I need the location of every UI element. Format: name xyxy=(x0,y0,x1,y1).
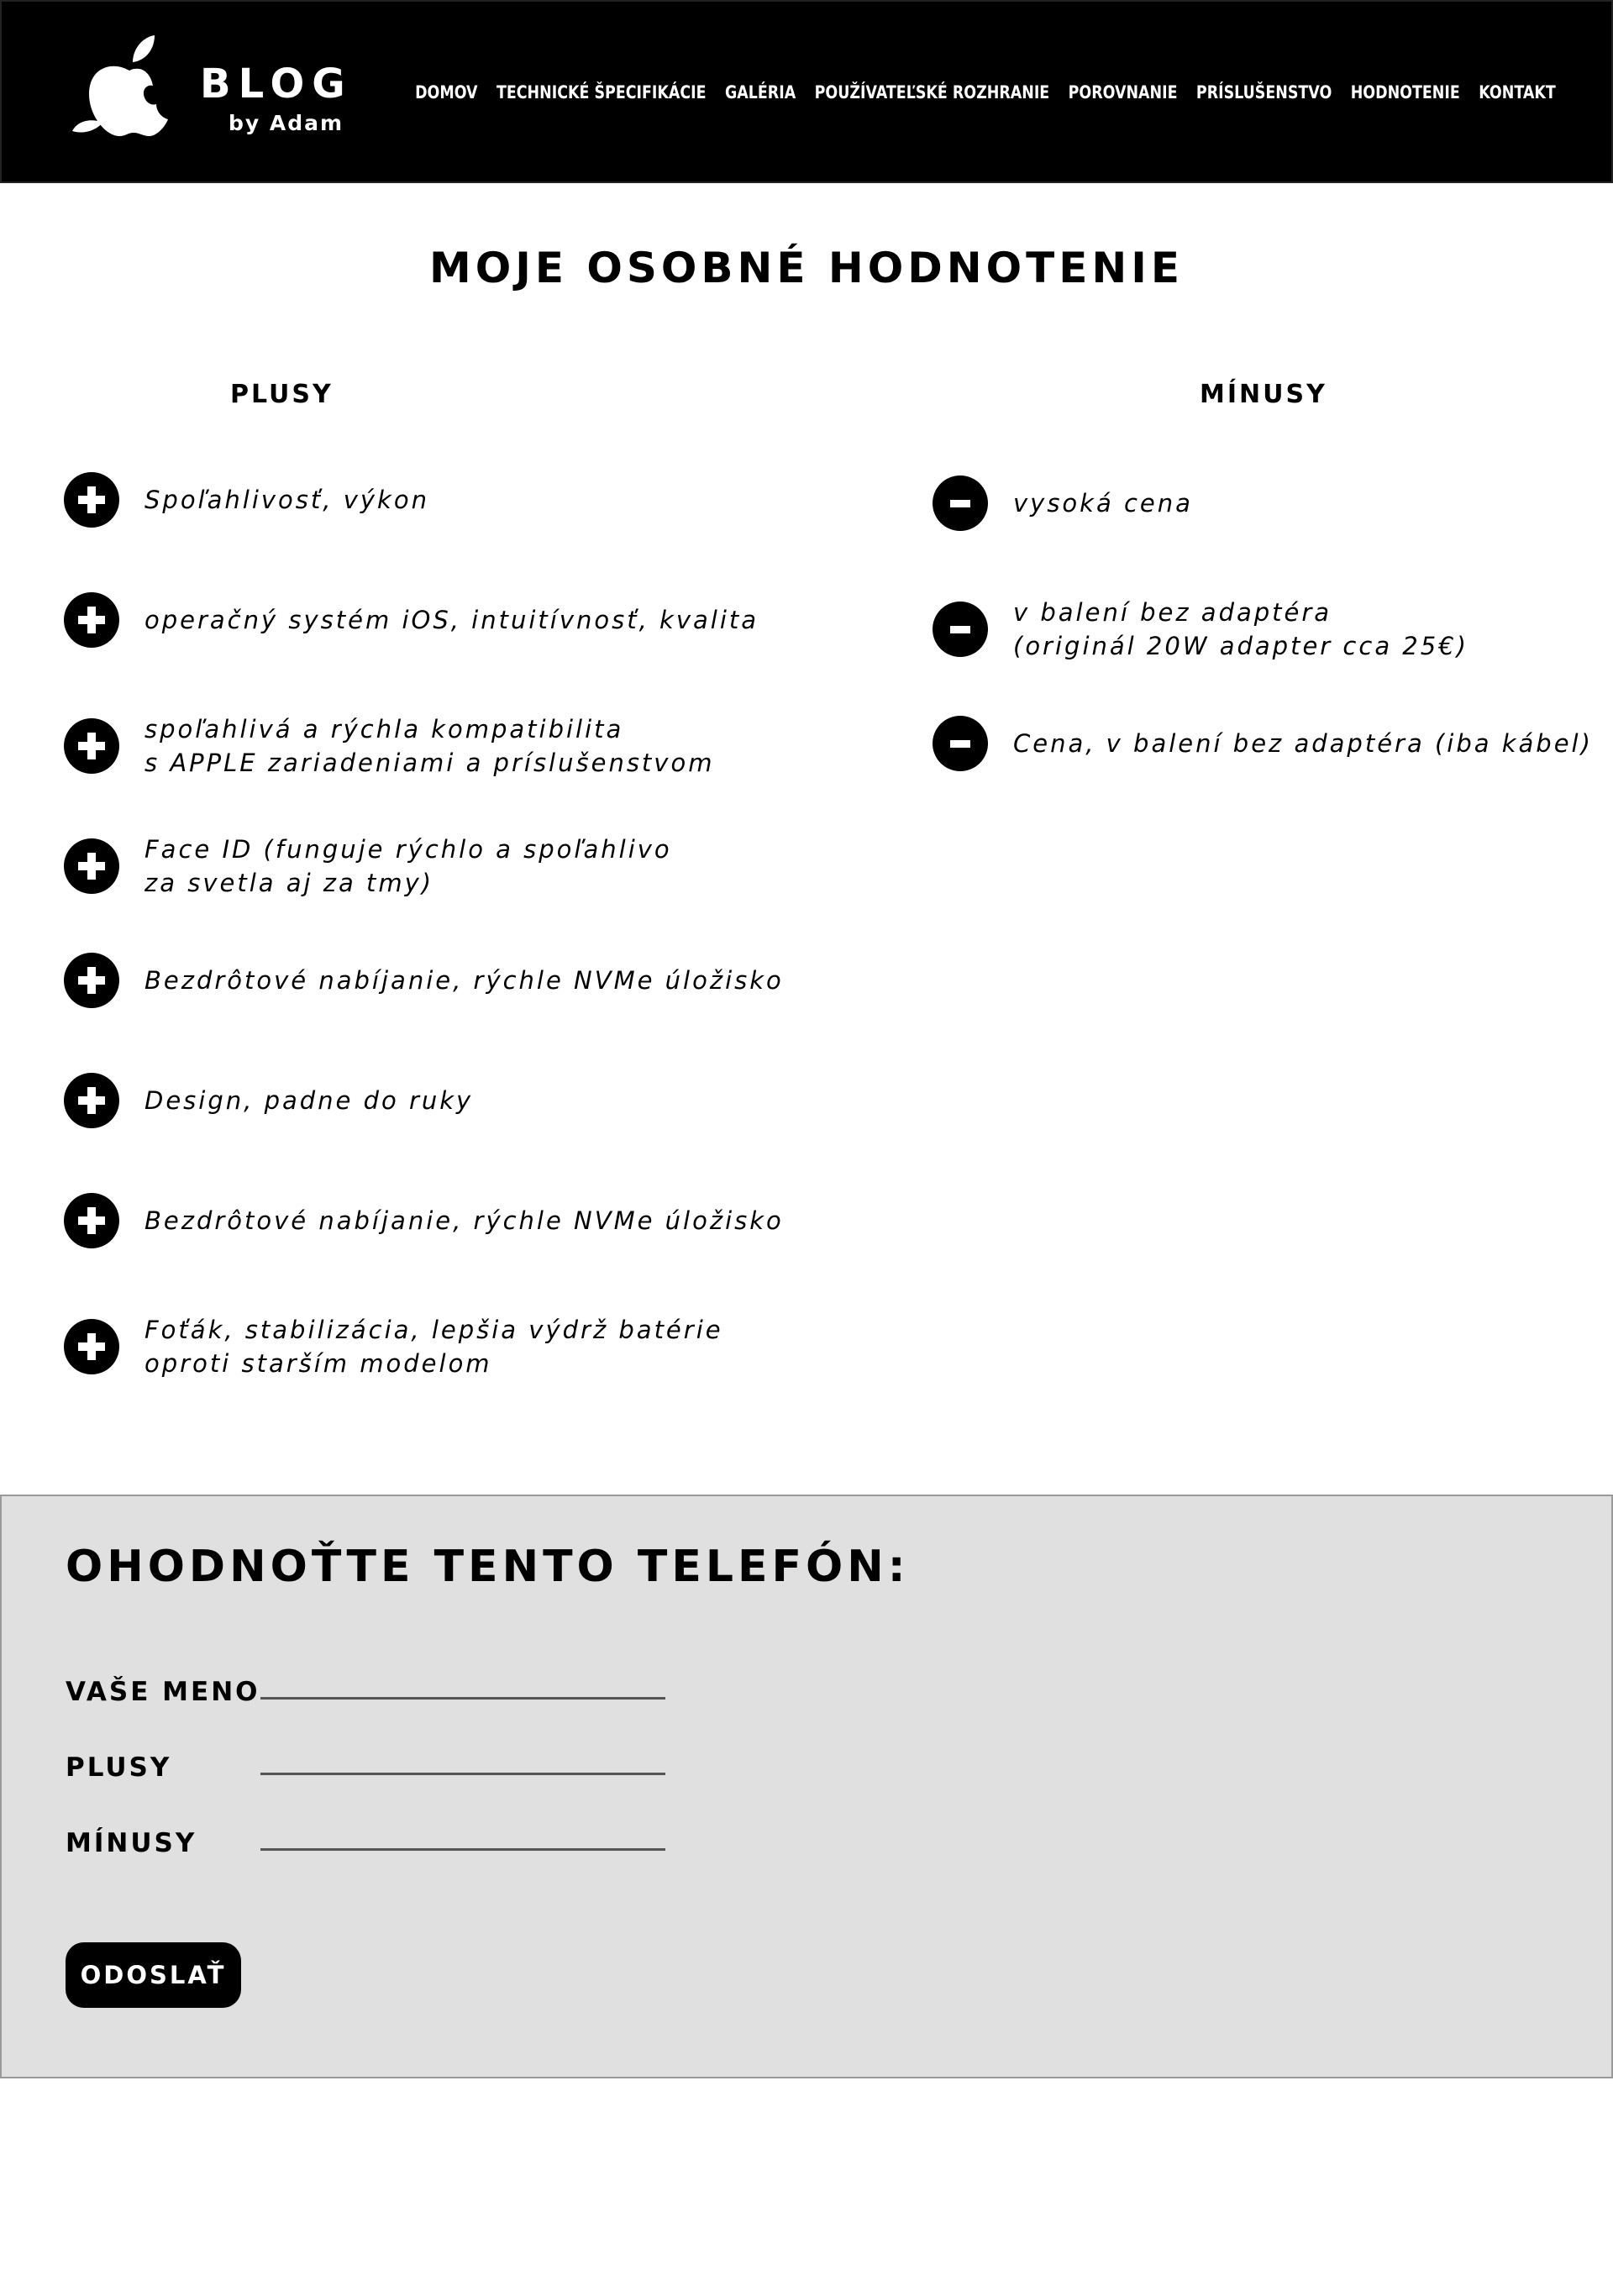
site-logo[interactable]: BLOG by Adam xyxy=(69,24,346,150)
pros-item: Bezdrôtové nabíjanie, rýchle NVMe úložis… xyxy=(64,1193,784,1248)
plus-icon xyxy=(64,718,119,774)
pros-item-text: operačný systém iOS, intuitívnosť, kvali… xyxy=(144,606,759,634)
page-title: MOJE OSOBNÉ HODNOTENIE xyxy=(428,244,1185,292)
nav-item-galeria[interactable]: GALÉRIA xyxy=(725,82,796,102)
pros-label: PLUSY xyxy=(66,1752,172,1783)
pros-item-text: spoľahlivá a rýchla kompatibilita s APPL… xyxy=(144,715,715,777)
nav-item-porovnanie[interactable]: POROVNANIE xyxy=(1069,82,1178,102)
plus-icon xyxy=(64,1193,119,1248)
pros-item-text: Bezdrôtové nabíjanie, rýchle NVMe úložis… xyxy=(144,1206,784,1235)
pros-item: Face ID (funguje rýchlo a spoľahlivo za … xyxy=(64,833,672,900)
cons-title: MÍNUSY xyxy=(1200,380,1327,409)
minus-icon xyxy=(933,716,988,771)
apple-icon xyxy=(72,35,168,136)
pros-item: Design, padne do ruky xyxy=(64,1073,473,1128)
pros-item: operačný systém iOS, intuitívnosť, kvali… xyxy=(64,592,759,648)
pros-item-text: Bezdrôtové nabíjanie, rýchle NVMe úložis… xyxy=(144,966,784,995)
plus-icon xyxy=(64,472,119,528)
cons-label: MÍNUSY xyxy=(66,1828,197,1858)
logo-subtitle: by Adam xyxy=(229,111,344,135)
nav-item-hodnotenie[interactable]: HODNOTENIE xyxy=(1351,82,1460,102)
logo-title: BLOG xyxy=(200,60,353,108)
plus-icon xyxy=(64,953,119,1008)
pros-item-text: Spoľahlivosť, výkon xyxy=(144,486,429,514)
plus-icon xyxy=(64,1319,119,1374)
cons-item-text: v balení bez adaptéra (originál 20W adap… xyxy=(1013,598,1469,660)
cons-item: v balení bez adaptéra (originál 20W adap… xyxy=(933,596,1469,663)
main-nav: DOMOV TECHNICKÉ ŠPECIFIKÁCIE GALÉRIA POU… xyxy=(415,82,1556,102)
pros-title: PLUSY xyxy=(230,380,334,409)
cons-item: Cena, v balení bez adaptéra (iba kábel) xyxy=(933,716,1593,771)
form-title: OHODNOŤTE TENTO TELEFÓN: xyxy=(66,1542,910,1592)
rating-form: OHODNOŤTE TENTO TELEFÓN: VAŠE MENO PLUSY… xyxy=(0,1495,1613,2078)
cons-item: vysoká cena xyxy=(933,475,1193,531)
cons-input[interactable] xyxy=(260,1817,665,1851)
pros-item-text: Foťák, stabilizácia, lepšia výdrž batéri… xyxy=(144,1316,723,1378)
name-label: VAŠE MENO xyxy=(66,1677,260,1707)
pros-item-text: Face ID (funguje rýchlo a spoľahlivo za … xyxy=(144,835,672,897)
nav-item-technicke-specifikacie[interactable]: TECHNICKÉ ŠPECIFIKÁCIE xyxy=(497,82,707,102)
nav-item-kontakt[interactable]: KONTAKT xyxy=(1479,82,1556,102)
cons-item-text: Cena, v balení bez adaptéra (iba kábel) xyxy=(1013,729,1593,758)
site-header: BLOG by Adam DOMOV TECHNICKÉ ŠPECIFIKÁCI… xyxy=(0,0,1613,183)
pros-item: spoľahlivá a rýchla kompatibilita s APPL… xyxy=(64,712,714,780)
nav-item-domov[interactable]: DOMOV xyxy=(415,82,477,102)
submit-button[interactable]: ODOSLAŤ xyxy=(66,1942,241,2008)
name-input[interactable] xyxy=(260,1666,665,1700)
pros-input[interactable] xyxy=(260,1742,665,1775)
pros-item: Spoľahlivosť, výkon xyxy=(64,472,429,528)
pros-item: Bezdrôtové nabíjanie, rýchle NVMe úložis… xyxy=(64,953,784,1008)
nav-item-pouzivatelske-rozhranie[interactable]: POUŽÍVATEĽSKÉ ROZHRANIE xyxy=(815,82,1050,102)
pros-item: Foťák, stabilizácia, lepšia výdrž batéri… xyxy=(64,1313,723,1380)
plus-icon xyxy=(64,592,119,648)
nav-item-prislusenstvo[interactable]: PRÍSLUŠENSTVO xyxy=(1196,82,1332,102)
cons-item-text: vysoká cena xyxy=(1013,489,1193,518)
pros-item-text: Design, padne do ruky xyxy=(144,1086,474,1115)
plus-icon xyxy=(64,1073,119,1128)
minus-icon xyxy=(933,475,988,531)
plus-icon xyxy=(64,838,119,894)
minus-icon xyxy=(933,602,988,657)
